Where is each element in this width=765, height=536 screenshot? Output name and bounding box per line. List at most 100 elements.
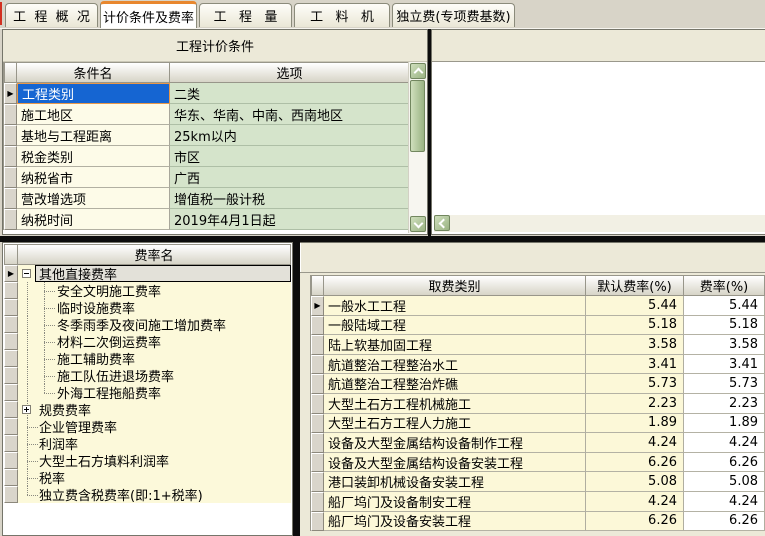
default-rate-cell[interactable]: 3.58 <box>586 335 684 355</box>
rate-tree-cell[interactable]: 施工队伍进退场费率 <box>18 367 291 384</box>
rate-table-row[interactable]: 陆上软基加固工程 3.58 3.58 <box>311 335 765 355</box>
fee-category-cell[interactable]: 大型土石方工程机械施工 <box>324 394 586 414</box>
rate-table-row[interactable]: 船厂坞门及设备安装工程 6.26 6.26 <box>311 512 765 532</box>
condition-row[interactable]: 纳税时间 2019年4月1日起 <box>4 209 410 230</box>
tree-item-label[interactable]: 利润率 <box>37 435 80 452</box>
condition-option-cell[interactable]: 华东、华南、中南、西南地区 <box>170 104 410 125</box>
rate-tree-row[interactable]: 利润率 <box>4 435 291 452</box>
rate-tree-cell[interactable]: 独立费含税费率(即:1+税率) <box>18 486 291 503</box>
rate-cell[interactable]: 5.08 <box>684 472 765 492</box>
rate-tree-row[interactable]: 规费费率 <box>4 401 291 418</box>
vertical-splitter-lower[interactable] <box>293 242 300 536</box>
rate-tree-row[interactable]: 材料二次倒运费率 <box>4 333 291 350</box>
condition-name-cell[interactable]: 纳税省市 <box>17 167 170 188</box>
tree-item-label[interactable]: 施工辅助费率 <box>55 350 137 367</box>
scrollbar-thumb[interactable] <box>410 80 425 152</box>
tree-item-label[interactable]: 大型土石方填料利润率 <box>37 452 171 469</box>
condition-option-cell[interactable]: 市区 <box>170 146 410 167</box>
rate-table-row[interactable]: 船厂坞门及设备制安工程 4.24 4.24 <box>311 492 765 512</box>
default-rate-cell[interactable]: 1.89 <box>586 414 684 434</box>
rate-tree-cell[interactable]: 大型土石方填料利润率 <box>18 452 291 469</box>
rate-tree-cell[interactable]: 企业管理费率 <box>18 418 291 435</box>
rate-tree-row[interactable]: 施工队伍进退场费率 <box>4 367 291 384</box>
tab-1[interactable]: 工 程 概 况 <box>5 3 98 27</box>
rate-tree-row[interactable]: 冬季雨季及夜间施工增加费率 <box>4 316 291 333</box>
rate-tree-row[interactable]: 施工辅助费率 <box>4 350 291 367</box>
fee-category-cell[interactable]: 一般陆域工程 <box>324 316 586 336</box>
selected-tree-item[interactable]: 其他直接费率 <box>35 265 291 282</box>
rate-table-row[interactable]: 航道整治工程整治炸礁 5.73 5.73 <box>311 374 765 394</box>
condition-option-cell[interactable]: 25km以内 <box>170 125 410 146</box>
scroll-down-button[interactable] <box>410 216 426 232</box>
fee-category-cell[interactable]: 设备及大型金属结构设备安装工程 <box>324 453 586 473</box>
tree-item-label[interactable]: 材料二次倒运费率 <box>55 333 163 350</box>
default-rate-cell[interactable]: 5.08 <box>586 472 684 492</box>
rate-table-row[interactable]: 航道整治工程整治水工 3.41 3.41 <box>311 355 765 375</box>
rate-tree-row[interactable]: 企业管理费率 <box>4 418 291 435</box>
rate-tree-row[interactable]: ▶ 其他直接费率 <box>4 265 291 282</box>
rate-cell[interactable]: 5.18 <box>684 316 765 336</box>
rate-tree-row[interactable]: 安全文明施工费率 <box>4 282 291 299</box>
rate-tree-cell[interactable]: 安全文明施工费率 <box>18 282 291 299</box>
fee-category-cell[interactable]: 设备及大型金属结构设备制作工程 <box>324 433 586 453</box>
condition-option-cell[interactable]: 二类 <box>170 83 410 104</box>
detail-horizontal-scrollbar[interactable] <box>434 215 765 232</box>
condition-name-cell[interactable]: 税金类别 <box>17 146 170 167</box>
tree-item-label[interactable]: 安全文明施工费率 <box>55 282 163 299</box>
expander-minus-icon[interactable] <box>22 269 31 278</box>
tree-item-label[interactable]: 独立费含税费率(即:1+税率) <box>37 486 205 503</box>
condition-option-cell[interactable]: 增值税一般计税 <box>170 188 410 209</box>
tab-4[interactable]: 工 料 机 <box>294 3 390 27</box>
rate-tree-cell[interactable]: 施工辅助费率 <box>18 350 291 367</box>
rate-table-row[interactable]: 一般陆域工程 5.18 5.18 <box>311 316 765 336</box>
scroll-left-button[interactable] <box>434 215 450 231</box>
fee-category-cell[interactable]: 航道整治工程整治水工 <box>324 355 586 375</box>
rate-table-row[interactable]: 大型土石方工程人力施工 1.89 1.89 <box>311 414 765 434</box>
conditions-vertical-scrollbar[interactable] <box>408 62 427 233</box>
condition-row[interactable]: 施工地区 华东、华南、中南、西南地区 <box>4 104 410 125</box>
condition-name-cell[interactable]: 工程类别 <box>17 83 170 104</box>
condition-name-cell[interactable]: 纳税时间 <box>17 209 170 230</box>
condition-row[interactable]: 纳税省市 广西 <box>4 167 410 188</box>
rate-table-row[interactable]: 港口装卸机械设备安装工程 5.08 5.08 <box>311 472 765 492</box>
fee-category-cell[interactable]: 船厂坞门及设备安装工程 <box>324 512 586 532</box>
fee-category-cell[interactable]: 船厂坞门及设备制安工程 <box>324 492 586 512</box>
rate-tree-cell[interactable]: 税率 <box>18 469 291 486</box>
condition-row[interactable]: 营改增选项 增值税一般计税 <box>4 188 410 209</box>
rate-cell[interactable]: 6.26 <box>684 453 765 473</box>
rate-tree-cell[interactable]: 外海工程拖船费率 <box>18 384 291 401</box>
expander-plus-icon[interactable] <box>22 405 31 414</box>
fee-category-cell[interactable]: 大型土石方工程人力施工 <box>324 414 586 434</box>
default-rate-cell[interactable]: 5.73 <box>586 374 684 394</box>
condition-row[interactable]: 税金类别 市区 <box>4 146 410 167</box>
rate-cell[interactable]: 3.41 <box>684 355 765 375</box>
rate-tree-cell[interactable]: 规费费率 <box>18 401 291 418</box>
rate-cell[interactable]: 6.26 <box>684 512 765 532</box>
default-rate-cell[interactable]: 2.23 <box>586 394 684 414</box>
tab-5[interactable]: 独立费(专项费基数) <box>392 3 515 27</box>
tree-item-label[interactable]: 企业管理费率 <box>37 418 119 435</box>
default-rate-cell[interactable]: 5.18 <box>586 316 684 336</box>
rate-tree-cell[interactable]: 其他直接费率 <box>18 265 291 282</box>
tree-item-label[interactable]: 税率 <box>37 469 67 486</box>
condition-row[interactable]: 基地与工程距离 25km以内 <box>4 125 410 146</box>
rate-cell[interactable]: 4.24 <box>684 492 765 512</box>
default-rate-cell[interactable]: 4.24 <box>586 492 684 512</box>
condition-row[interactable]: ▶ 工程类别 二类 <box>4 83 410 104</box>
rate-tree-row[interactable]: 外海工程拖船费率 <box>4 384 291 401</box>
rate-tree-cell[interactable]: 材料二次倒运费率 <box>18 333 291 350</box>
default-rate-cell[interactable]: 5.44 <box>586 296 684 316</box>
rate-tree-cell[interactable]: 冬季雨季及夜间施工增加费率 <box>18 316 291 333</box>
condition-name-cell[interactable]: 基地与工程距离 <box>17 125 170 146</box>
default-rate-cell[interactable]: 6.26 <box>586 453 684 473</box>
rate-table-row[interactable]: 设备及大型金属结构设备制作工程 4.24 4.24 <box>311 433 765 453</box>
condition-name-cell[interactable]: 施工地区 <box>17 104 170 125</box>
rate-cell[interactable]: 2.23 <box>684 394 765 414</box>
default-rate-cell[interactable]: 4.24 <box>586 433 684 453</box>
rate-table-row[interactable]: 大型土石方工程机械施工 2.23 2.23 <box>311 394 765 414</box>
tree-item-label[interactable]: 外海工程拖船费率 <box>55 384 163 401</box>
scroll-up-button[interactable] <box>410 63 426 79</box>
rate-tree-cell[interactable]: 临时设施费率 <box>18 299 291 316</box>
rate-table-row[interactable]: 设备及大型金属结构设备安装工程 6.26 6.26 <box>311 453 765 473</box>
fee-category-cell[interactable]: 一般水工工程 <box>324 296 586 316</box>
